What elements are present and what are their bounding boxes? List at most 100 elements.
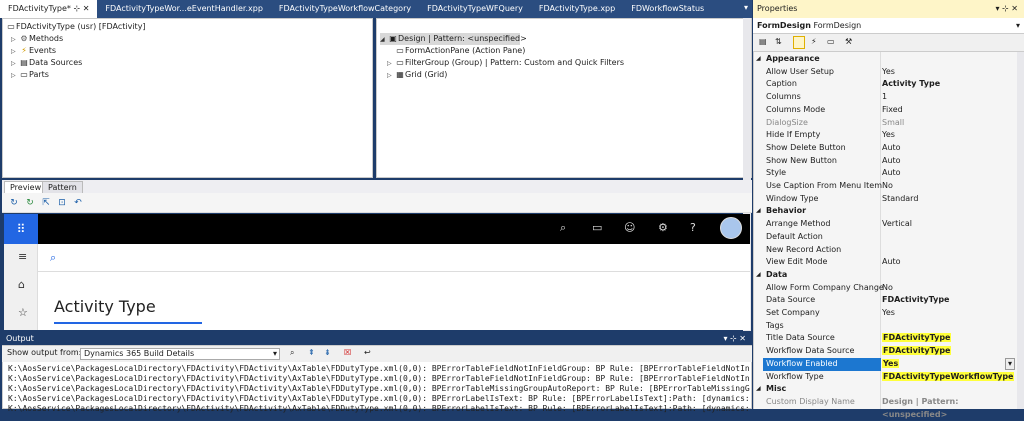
property-row[interactable]: Arrange Method Vertical	[753, 218, 1017, 231]
design-item-filter-group[interactable]: ▷ ▭FilterGroup (Group) | Pattern: Custom …	[387, 57, 624, 69]
collapse-icon[interactable]: ◢	[756, 269, 761, 282]
tab-workflow-status[interactable]: FDWorkflowStatus	[623, 0, 712, 18]
wrench-icon[interactable]: ⚒	[845, 37, 852, 46]
collapse-icon[interactable]: ◢	[756, 53, 761, 66]
property-value[interactable]: FDActivityType	[882, 294, 949, 307]
prev-icon[interactable]: ⇞	[308, 348, 315, 357]
property-row[interactable]: Show Delete Button Auto	[753, 142, 1017, 155]
property-value[interactable]: Yes	[882, 66, 895, 79]
property-row[interactable]: Use Caption From Menu Item No	[753, 180, 1017, 193]
dropdown-button[interactable]: ▾	[1005, 357, 1015, 370]
property-value[interactable]: Yes	[882, 358, 900, 371]
property-row[interactable]: Workflow Data Source FDActivityType	[753, 345, 1017, 358]
tab-pin-close-icons[interactable]: ⊹ ✕	[73, 4, 89, 13]
tab-pattern[interactable]: Pattern	[42, 181, 83, 193]
expand-icon[interactable]: ▷	[387, 70, 395, 82]
property-value[interactable]: Fixed	[882, 104, 903, 117]
search-icon[interactable]: ⌕	[560, 221, 566, 235]
next-icon[interactable]: ⇟	[324, 348, 331, 357]
help-icon[interactable]: ?	[690, 221, 696, 234]
property-value[interactable]: Standard	[882, 193, 918, 206]
property-value[interactable]: FDActivityType	[882, 345, 952, 358]
output-source-select[interactable]: Dynamics 365 Build Details ▾	[80, 348, 280, 360]
property-row[interactable]: Set Company Yes	[753, 307, 1017, 320]
property-pages-icon[interactable]: ▭	[827, 37, 835, 46]
alphabetical-icon[interactable]: ⇅	[775, 37, 782, 46]
tab-preview[interactable]: Preview	[4, 181, 48, 193]
property-row[interactable]: DialogSize Small	[753, 117, 1017, 130]
tree-item-events[interactable]: ▷ ⚡ Events	[11, 45, 56, 57]
property-value[interactable]: Activity Type	[882, 78, 940, 91]
tree-item-parts[interactable]: ▷ ▭Parts	[11, 69, 49, 81]
tab-wf-query[interactable]: FDActivityTypeWFQuery	[419, 0, 531, 18]
property-row[interactable]: Workflow Enabled Yes ▾	[753, 357, 1017, 371]
property-category-appearance[interactable]: ◢ Appearance	[753, 53, 1017, 66]
property-value[interactable]: Auto	[882, 155, 901, 168]
tab-workflow-category[interactable]: FDActivityTypeWorkflowCategory	[271, 0, 419, 18]
property-value[interactable]: 1	[882, 91, 887, 104]
undo-icon[interactable]: ↶	[72, 197, 84, 209]
property-value[interactable]: Yes	[882, 129, 895, 142]
star-icon[interactable]: ☆	[18, 306, 28, 319]
tab-overflow-icon[interactable]: ▾	[744, 3, 748, 12]
feedback-icon[interactable]: ☺	[624, 221, 635, 234]
design-root[interactable]: ◢ ▣Design | Pattern: <unspecified>	[380, 33, 527, 45]
property-row[interactable]: Columns 1	[753, 91, 1017, 104]
property-row[interactable]: View Edit Mode Auto	[753, 256, 1017, 269]
expand-icon[interactable]: ▷	[11, 70, 19, 82]
chevron-down-icon[interactable]: ▾	[1016, 18, 1020, 34]
collapse-icon[interactable]: ◢	[756, 383, 761, 396]
app-launcher-icon[interactable]: ⠿	[4, 214, 38, 244]
property-value[interactable]: FDActivityType	[882, 332, 952, 345]
property-row[interactable]: Allow User Setup Yes	[753, 66, 1017, 79]
avatar[interactable]	[720, 217, 742, 239]
property-row[interactable]: New Record Action	[753, 244, 1017, 257]
pin-icon[interactable]: ⊡	[56, 197, 68, 209]
clear-icon[interactable]: ☒	[344, 348, 351, 357]
property-row[interactable]: Show New Button Auto	[753, 155, 1017, 168]
search-icon[interactable]: ⌕	[50, 251, 56, 265]
events-icon[interactable]: ⚡	[811, 37, 817, 46]
messages-icon[interactable]: ▭	[592, 221, 602, 234]
property-value[interactable]: Auto	[882, 167, 901, 180]
property-row[interactable]: Caption Activity Type	[753, 78, 1017, 91]
property-value[interactable]: Auto	[882, 142, 901, 155]
property-value[interactable]: No	[882, 282, 893, 295]
property-row[interactable]: Allow Form Company Change No	[753, 282, 1017, 295]
design-item-action-pane[interactable]: ▭FormActionPane (Action Pane)	[387, 45, 525, 57]
property-category-behavior[interactable]: ◢ Behavior	[753, 205, 1017, 218]
categorized-icon[interactable]: ▤	[759, 37, 767, 46]
properties-scrollbar[interactable]	[1017, 52, 1024, 409]
property-value[interactable]: Vertical	[882, 218, 912, 231]
settings-icon[interactable]: ⚙	[658, 221, 668, 234]
property-row[interactable]: Columns Mode Fixed	[753, 104, 1017, 117]
property-value[interactable]: Yes	[882, 307, 895, 320]
collapse-icon[interactable]: ◢	[756, 205, 761, 218]
property-category-misc[interactable]: ◢ Misc	[753, 383, 1017, 396]
hamburger-icon[interactable]: ≡	[18, 250, 27, 263]
property-row[interactable]: Default Action	[753, 231, 1017, 244]
tree-root[interactable]: ▭FDActivityType (usr) [FDActivity]	[6, 21, 145, 33]
property-value[interactable]: Design | Pattern: <unspecified>	[882, 396, 1017, 421]
property-row[interactable]: Workflow Type FDActivityTypeWorkflowType	[753, 371, 1017, 384]
tab-event-handler[interactable]: FDActivityTypeWor...eEventHandler.xpp	[97, 0, 270, 18]
properties-window-icons[interactable]: ▾ ⊹ ✕	[995, 0, 1018, 18]
property-value[interactable]: Auto	[882, 256, 901, 269]
property-category-data[interactable]: ◢ Data	[753, 269, 1017, 282]
property-row[interactable]: Hide If Empty Yes	[753, 129, 1017, 142]
design-item-grid[interactable]: ▷ ▦Grid (Grid)	[387, 69, 447, 81]
find-icon[interactable]: ⌕	[290, 348, 294, 358]
property-row[interactable]: Title Data Source FDActivityType	[753, 332, 1017, 345]
tab-xpp[interactable]: FDActivityType.xpp	[531, 0, 623, 18]
properties-icon[interactable]	[793, 36, 805, 49]
property-row[interactable]: Data Source FDActivityType	[753, 294, 1017, 307]
sync-icon[interactable]: ↻	[24, 197, 36, 209]
property-row[interactable]: Window Type Standard	[753, 193, 1017, 206]
properties-subject[interactable]: FormDesign FormDesign ▾	[753, 18, 1024, 34]
property-value[interactable]: FDActivityTypeWorkflowType	[882, 371, 1015, 384]
tree-item-data-sources[interactable]: ▷ ▤Data Sources	[11, 57, 82, 69]
refresh-icon[interactable]: ↻	[8, 197, 20, 209]
property-row[interactable]: Tags	[753, 320, 1017, 333]
word-wrap-icon[interactable]: ↩	[364, 348, 371, 357]
output-window-icons[interactable]: ▾ ⊹ ✕	[723, 332, 746, 345]
